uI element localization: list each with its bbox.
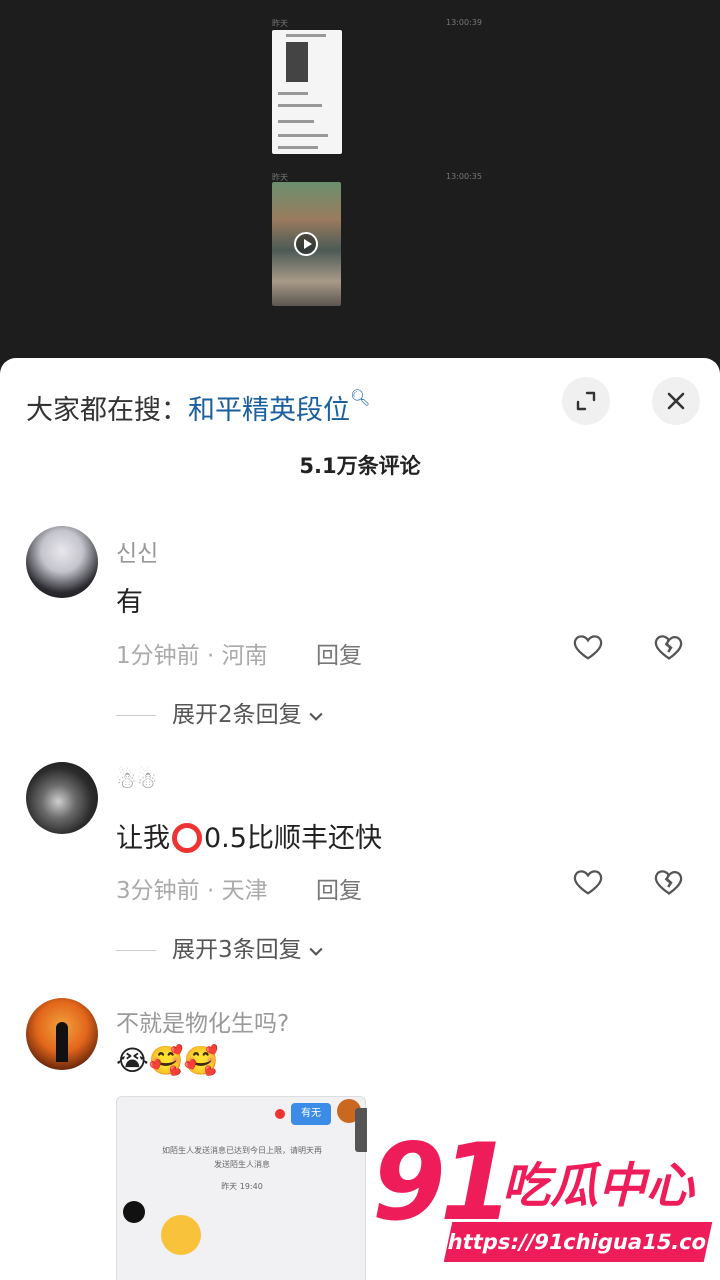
expand-icon	[576, 391, 596, 411]
comment-image[interactable]: 有无 如陌生人发送消息已达到今日上限，请明天再 发送陌生人消息 昨天 19:40	[116, 1096, 366, 1280]
image-time: 昨天 19:40	[221, 1182, 263, 1191]
red-circle-emoji	[172, 823, 202, 853]
expand-replies-button[interactable]: 展开3条回复	[116, 930, 326, 964]
search-prefix: 大家都在搜：	[26, 395, 188, 426]
close-button[interactable]	[652, 377, 700, 425]
chat-time: 13:00:39	[446, 18, 482, 27]
expand-replies-button[interactable]: 展开2条回复	[116, 695, 326, 729]
comment-emojis: 😭🥰🥰	[116, 1044, 219, 1077]
comment-text-part: 让我	[116, 823, 170, 854]
chevron-down-icon	[309, 947, 323, 956]
screenshot-thumbnail	[272, 30, 342, 154]
broken-heart-icon[interactable]	[652, 630, 686, 664]
chevron-down-icon	[309, 712, 323, 721]
play-icon[interactable]	[294, 232, 318, 256]
heart-icon[interactable]	[571, 630, 605, 664]
comment-count: 5.1万条评论	[299, 454, 421, 478]
username[interactable]: 신신	[116, 534, 158, 568]
search-keyword[interactable]: 和平精英段位	[188, 395, 350, 426]
avatar[interactable]	[26, 998, 98, 1070]
comment-text: 让我 0.5比顺丰还快	[116, 816, 382, 855]
expand-replies-label: 展开3条回复	[172, 937, 302, 963]
comment-meta: 3分钟前 · 天津	[116, 878, 268, 904]
video-preview[interactable]: 昨天 13:00:39 昨天 13:00:35	[0, 0, 720, 365]
avatar[interactable]	[26, 526, 98, 598]
username[interactable]: ☃☃	[116, 768, 157, 794]
avatar[interactable]	[26, 762, 98, 834]
image-tag: 有无	[291, 1103, 331, 1125]
reply-button[interactable]: 回复	[316, 636, 362, 670]
username[interactable]: 不就是物化生吗?	[116, 1004, 289, 1038]
close-icon	[667, 392, 685, 410]
comment-meta: 1分钟前 · 河南	[116, 643, 268, 669]
expand-button[interactable]	[562, 377, 610, 425]
watermark-logo: 91 吃瓜中心 https://91chigua15.com	[372, 1128, 720, 1268]
watermark-name: 吃瓜中心	[502, 1158, 695, 1214]
reply-button[interactable]: 回复	[316, 871, 362, 905]
chat-name: 昨天	[272, 19, 288, 28]
heart-icon[interactable]	[571, 865, 605, 899]
image-text: 发送陌生人消息	[214, 1160, 270, 1169]
smile-emoji	[161, 1215, 201, 1255]
comment-text: 有	[116, 587, 143, 618]
expand-replies-label: 展开2条回复	[172, 702, 302, 728]
side-tab-handle[interactable]	[355, 1108, 367, 1152]
video-thumbnail[interactable]	[272, 182, 341, 306]
search-suggestion[interactable]: 大家都在搜：和平精英段位🔍︎	[26, 388, 370, 427]
broken-heart-icon[interactable]	[652, 865, 686, 899]
avatar	[123, 1201, 145, 1223]
chat-time: 13:00:35	[446, 172, 482, 181]
watermark-url: https://91chigua15.com	[443, 1222, 720, 1262]
image-text: 如陌生人发送消息已达到今日上限，请明天再	[162, 1146, 322, 1155]
alert-icon	[275, 1109, 285, 1119]
search-icon: 🔍︎	[350, 388, 371, 407]
comment-text-part: 0.5比顺丰还快	[204, 823, 382, 854]
